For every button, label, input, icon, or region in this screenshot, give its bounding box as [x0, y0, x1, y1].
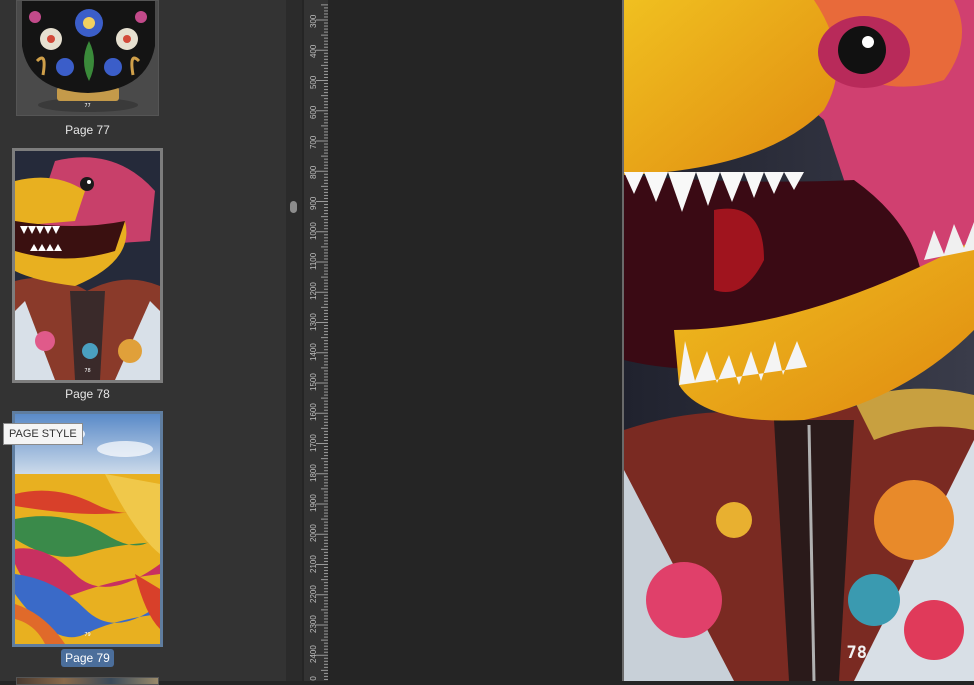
thumbnail-page-number: 79 [84, 632, 91, 638]
page-thumbnail-78[interactable]: 78 [12, 148, 163, 383]
page-number: 78 [846, 643, 867, 663]
ruler-label: 2000 [309, 524, 318, 543]
ruler-label: 1800 [309, 463, 318, 482]
ruler-label: 600 [309, 105, 318, 119]
page-label-78[interactable]: Page 78 [0, 385, 175, 403]
ruler-label: 1300 [309, 312, 318, 331]
ruler-label: 2100 [309, 554, 318, 573]
dragon-portrait-image [15, 151, 160, 380]
ruler-label: 2200 [309, 584, 318, 603]
ruler-label: 900 [309, 196, 318, 210]
page-thumbnail-77[interactable]: 77 [16, 0, 159, 116]
pages-panel-scrollbar[interactable] [286, 0, 302, 681]
page-label-79[interactable]: Page 79 [0, 649, 175, 667]
pages-panel-scrollbar-thumb[interactable] [290, 201, 297, 213]
ruler-label: 2400 [309, 645, 318, 664]
vertical-ruler[interactable]: 300 400 500 600 700 800 900 1000 1100 1200 1300 140… [304, 0, 328, 681]
ruler-label: 2500 [309, 676, 318, 681]
ornament-vase-image [17, 1, 158, 115]
ruler-label: 300 [309, 14, 318, 28]
dragon-artwork [624, 0, 974, 681]
ruler-label: 1700 [309, 433, 318, 452]
page-style-tooltip: PAGE STYLE [3, 423, 83, 445]
ruler-label: 1900 [309, 494, 318, 512]
striped-fields-image [15, 414, 160, 644]
ruler-ticks [316, 4, 328, 680]
ruler-label: 1400 [309, 342, 318, 361]
ruler-label: 700 [309, 135, 318, 149]
ruler-label: 500 [309, 75, 318, 89]
ruler-label: 800 [309, 165, 318, 180]
ruler-label: 2300 [309, 615, 318, 633]
thumbnail-page-number: 77 [84, 103, 91, 109]
document-canvas[interactable] [328, 0, 623, 681]
ruler-label: 400 [309, 44, 318, 59]
page-78-preview[interactable]: 78 [624, 0, 974, 681]
ruler-label: 1500 [309, 373, 318, 391]
ruler-label: 1100 [309, 252, 318, 270]
page-thumbnail-80[interactable] [16, 677, 159, 685]
thumbnail-page-number: 78 [84, 368, 91, 374]
page-label-77[interactable]: Page 77 [0, 121, 175, 139]
ruler-label: 1000 [309, 221, 318, 240]
page-thumbnail-79[interactable]: 79 [12, 411, 163, 647]
ruler-label: 1600 [309, 403, 318, 422]
pages-panel: 77 Page 77 78 Page 78 79 Page 79 [0, 0, 286, 685]
ruler-label: 1200 [309, 282, 318, 301]
